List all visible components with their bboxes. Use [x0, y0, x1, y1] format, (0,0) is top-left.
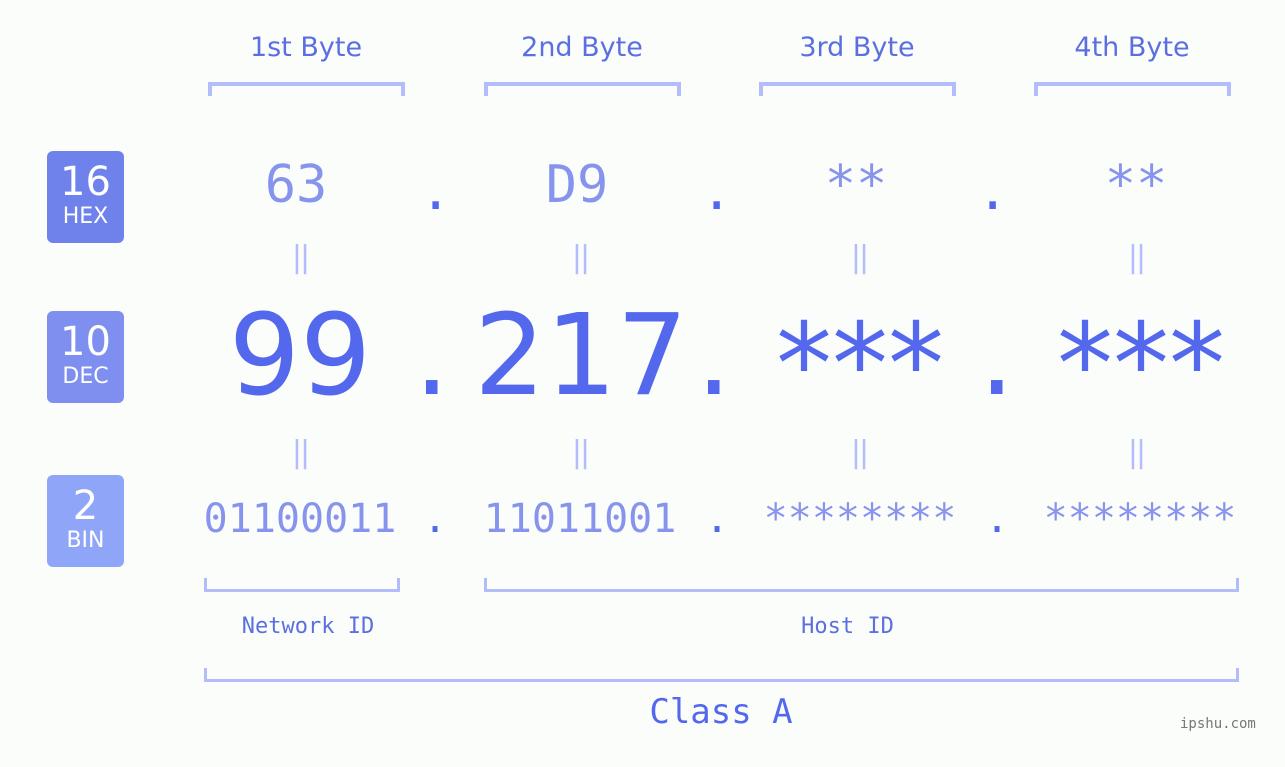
bin-badge-number: 2 [72, 483, 99, 529]
bin-separator-2: . [705, 496, 730, 542]
byte-bracket-2 [484, 82, 681, 96]
equals-icon: || [291, 240, 310, 275]
byte-header-3: 3rd Byte [799, 32, 915, 63]
hex-value-2: D9 [545, 155, 609, 215]
hex-value-4: ** [1104, 155, 1168, 215]
dec-badge-label: DEC [62, 364, 109, 389]
dec-badge: 10 DEC [47, 311, 124, 403]
bin-badge-label: BIN [66, 528, 105, 553]
hex-separator-1: . [420, 162, 452, 222]
hex-separator-2: . [701, 162, 733, 222]
hex-badge: 16 HEX [47, 151, 124, 243]
bin-value-2: 11011001 [483, 496, 677, 542]
bin-value-3: ******** [763, 496, 957, 542]
network-id-label: Network ID [241, 614, 375, 639]
network-id-bracket [204, 578, 400, 592]
equals-icon: || [571, 240, 590, 275]
byte-header-2: 2nd Byte [521, 32, 643, 63]
equals-icon: || [850, 240, 869, 275]
class-bracket [204, 668, 1239, 682]
hex-separator-3: . [977, 162, 1009, 222]
dec-value-2: 217 [474, 291, 688, 421]
equals-icon: || [1127, 435, 1146, 470]
dec-badge-number: 10 [60, 319, 111, 365]
hex-badge-number: 16 [60, 159, 111, 205]
dec-value-1: 99 [228, 291, 372, 421]
equals-icon: || [1127, 240, 1146, 275]
byte-bracket-3 [759, 82, 956, 96]
bin-value-1: 01100011 [203, 496, 397, 542]
bin-value-4: ******** [1043, 496, 1237, 542]
bin-separator-1: . [423, 496, 448, 542]
dec-separator-2: . [696, 291, 732, 421]
byte-bracket-1 [208, 82, 405, 96]
equals-icon: || [850, 435, 869, 470]
hex-badge-label: HEX [62, 204, 109, 229]
byte-header-4: 4th Byte [1074, 32, 1190, 63]
dec-separator-1: . [414, 291, 450, 421]
hex-value-3: ** [824, 155, 888, 215]
dec-value-3: *** [776, 300, 944, 430]
byte-bracket-4 [1034, 82, 1231, 96]
host-id-label: Host ID [801, 614, 894, 639]
dec-separator-3: . [979, 291, 1015, 421]
host-id-bracket [484, 578, 1239, 592]
equals-icon: || [291, 435, 310, 470]
bin-separator-3: . [985, 496, 1010, 542]
byte-header-1: 1st Byte [249, 32, 363, 63]
equals-icon: || [571, 435, 590, 470]
dec-value-4: *** [1057, 300, 1225, 430]
class-label: Class A [649, 692, 793, 732]
watermark: ipshu.com [1180, 716, 1256, 732]
bin-badge: 2 BIN [47, 475, 124, 567]
hex-value-1: 63 [264, 155, 328, 215]
